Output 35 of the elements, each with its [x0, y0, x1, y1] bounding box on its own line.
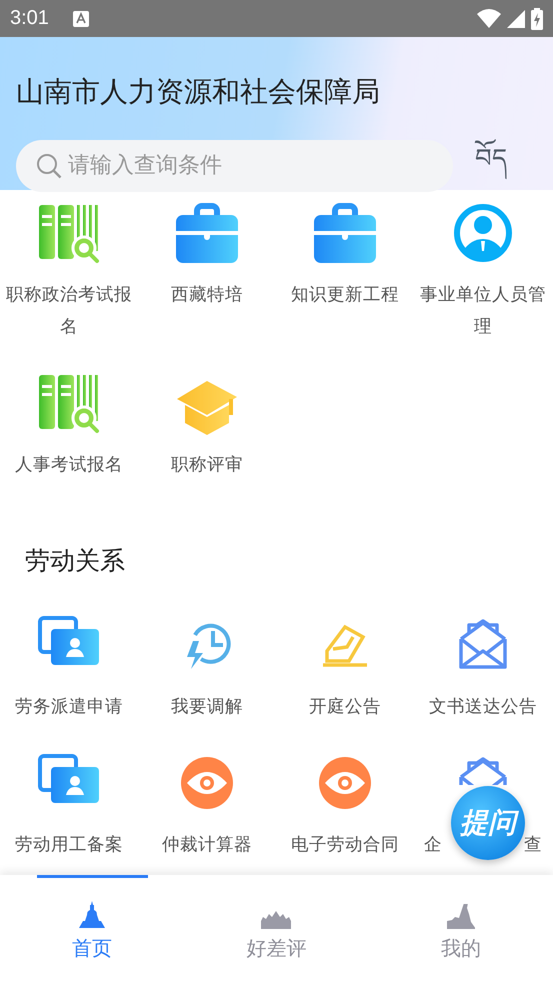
service-label: 事业单位人员管理: [420, 284, 546, 339]
service-label: 劳务派遣申请: [14, 696, 124, 719]
search-field[interactable]: 请输入查询条件: [16, 140, 453, 192]
section-title: 劳动关系: [25, 545, 126, 577]
service-label: 我要调解: [170, 696, 244, 719]
briefcase-icon[interactable]: [175, 201, 239, 265]
service-label: 西藏特培: [170, 284, 244, 307]
ask-button[interactable]: 提问: [451, 786, 525, 860]
status-time: 3:01: [10, 7, 49, 30]
wifi-icon: [477, 8, 501, 28]
battery-icon: [531, 8, 543, 30]
keyboard-icon: [72, 10, 89, 26]
service-label: 电子劳动合同: [290, 834, 400, 857]
tab-item[interactable]: 我的: [368, 875, 553, 983]
search-icon: [35, 152, 63, 180]
user-avatar-icon[interactable]: [451, 201, 515, 265]
stupa-icon: [79, 901, 106, 929]
signal-icon: [507, 10, 525, 28]
briefcase-icon[interactable]: [313, 201, 377, 265]
service-label: 职称政治考试报名: [6, 284, 132, 339]
service-label: 知识更新工程: [290, 284, 400, 307]
tab-item[interactable]: 好差评: [184, 875, 369, 983]
service-label: 仲裁计算器: [161, 834, 253, 857]
tab-item[interactable]: 首页: [0, 875, 184, 983]
palace-icon: [261, 911, 292, 929]
page-title: 山南市人力资源和社会保障局: [16, 74, 381, 110]
service-label: 开庭公告: [308, 696, 382, 719]
service-label: 文书送达公告: [428, 696, 538, 719]
service-label: 查: [524, 834, 542, 857]
service-label: 劳动用工备案: [14, 834, 124, 857]
language-button[interactable]: བོད: [475, 129, 507, 202]
service-label: 企: [424, 834, 442, 857]
rock-icon: [446, 904, 475, 929]
service-label: 人事考试报名: [14, 454, 124, 477]
service-label: 职称评审: [170, 454, 244, 477]
